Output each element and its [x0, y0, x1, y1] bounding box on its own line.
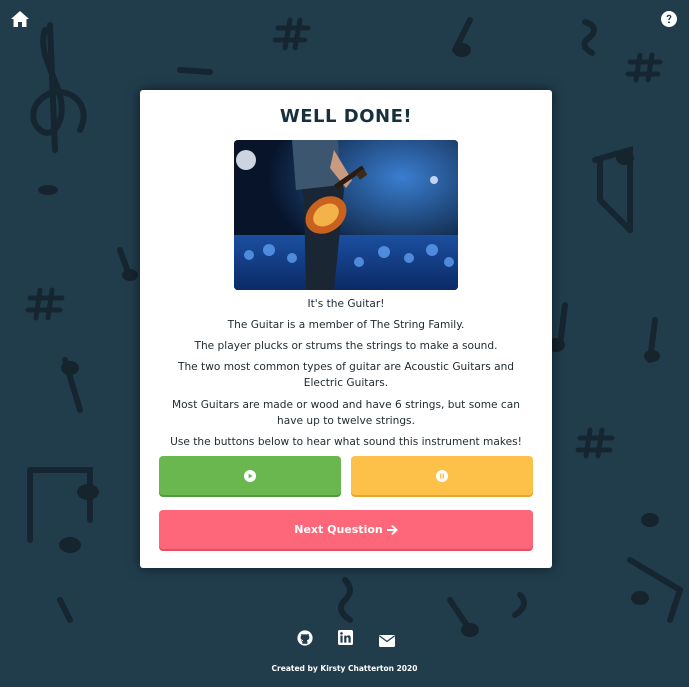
question-circle-icon[interactable] — [661, 11, 681, 31]
linkedin-icon[interactable] — [338, 630, 354, 646]
next-question-button[interactable]: Next Question — [159, 510, 533, 549]
next-question-label: Next Question — [294, 523, 383, 536]
family-text: The Guitar is a member of The String Fam… — [227, 319, 465, 331]
instruction-text: Use the buttons below to hear what sound… — [170, 436, 522, 448]
pause-circle-icon — [436, 469, 448, 482]
github-icon[interactable] — [297, 630, 313, 646]
types-text: The two most common types of guitar are … — [177, 361, 515, 389]
result-card: WELL DONE! It's the Guitar! The Guitar i… — [140, 90, 552, 568]
result-title: WELL DONE! — [279, 106, 413, 127]
strings-text: Most Guitars are made or wood and have 6… — [172, 399, 520, 427]
audio-controls — [159, 456, 533, 497]
play-button[interactable] — [159, 456, 341, 495]
play-circle-icon — [244, 469, 256, 482]
arrow-right-icon — [386, 524, 398, 535]
credit-text: Created by Kirsty Chatterton 2020 — [271, 664, 418, 673]
answer-text: It's the Guitar! — [307, 298, 385, 310]
instrument-photo — [234, 140, 458, 290]
play-method-text: The player plucks or strums the strings … — [194, 340, 498, 352]
home-icon[interactable] — [10, 10, 30, 30]
envelope-icon[interactable] — [379, 632, 395, 648]
social-links — [0, 630, 689, 648]
pause-button[interactable] — [351, 456, 533, 495]
